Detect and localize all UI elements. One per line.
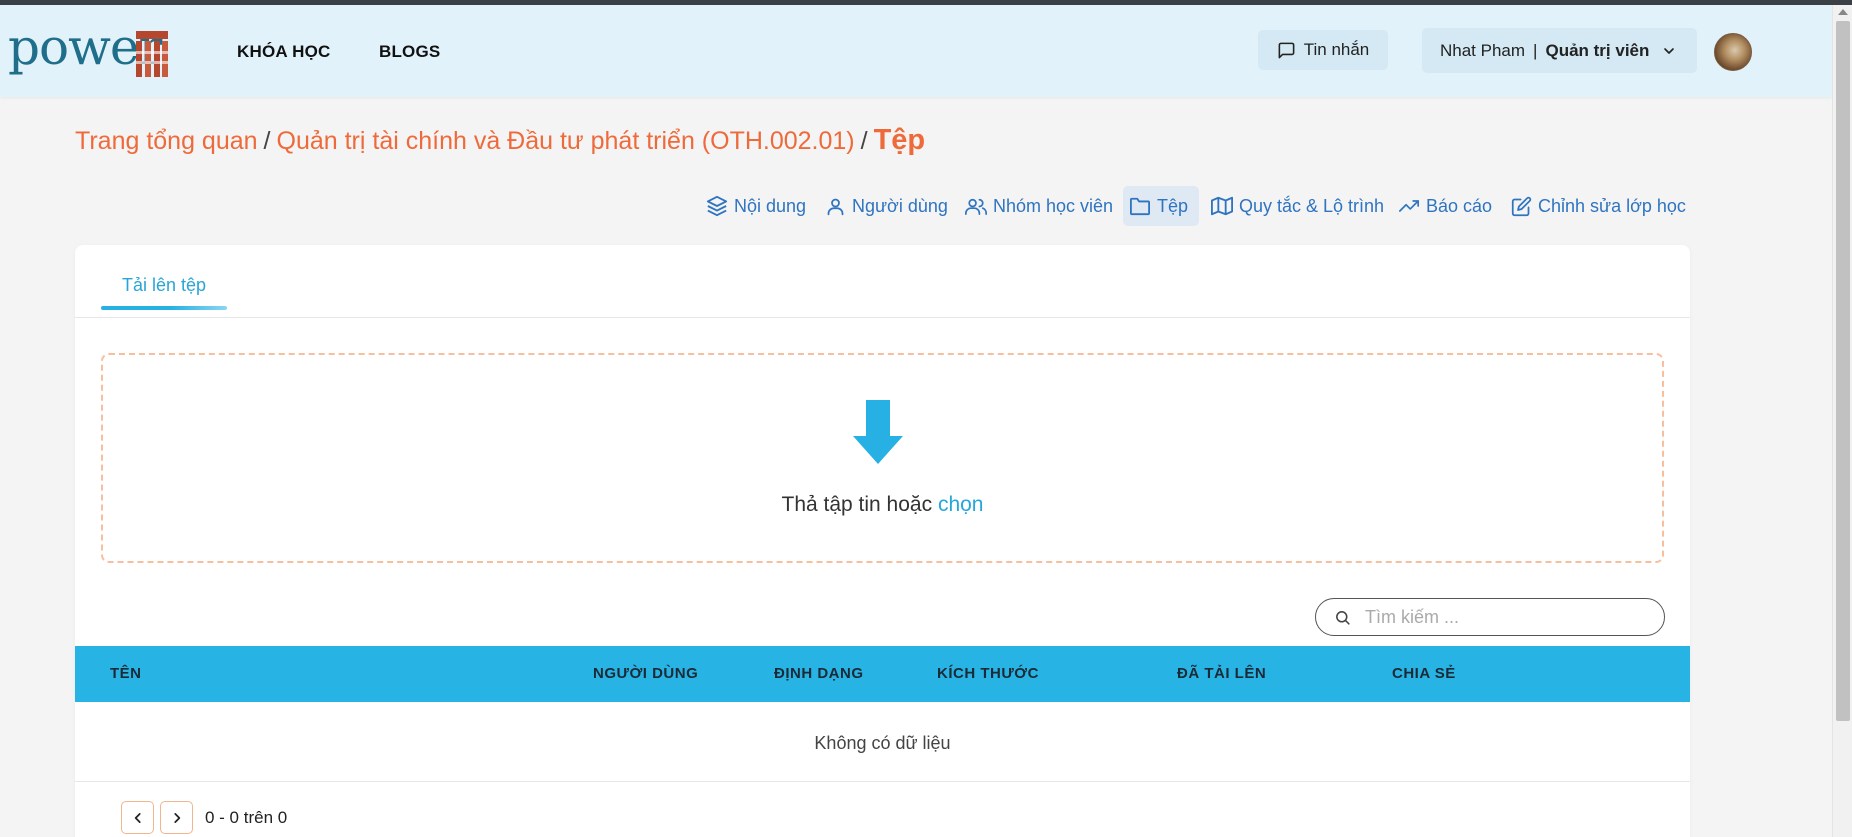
files-card: Tải lên tệp Thả tập tin hoặc chọn TÊN NG… [75,245,1690,837]
tab-label: Người dùng [852,195,948,216]
pagination-info: 0 - 0 trên 0 [205,807,288,827]
tab-upload-label: Tải lên tệp [121,275,207,295]
tab-nguoi-dung[interactable]: Người dùng [819,186,954,226]
chevron-right-icon [173,812,180,823]
user-menu-button[interactable]: Nhat Pham | Quản trị viên [1422,28,1697,73]
tab-label: Tệp [1157,195,1189,216]
trending-up-icon [1399,200,1419,212]
breadcrumb-separator: / [860,127,868,155]
folder-icon [1129,197,1150,216]
chevron-left-icon [134,812,141,823]
nav-khoa-hoc[interactable]: KHÓA HỌC [237,42,331,62]
column-header-name[interactable]: TÊN [110,665,142,682]
tab-label: Quy tắc & Lộ trình [1239,195,1385,216]
next-page-button[interactable] [160,801,193,834]
pagination: 0 - 0 trên 0 [121,801,287,834]
breadcrumb-separator: / [263,127,271,155]
tab-quy-tac-lo-trinh[interactable]: Quy tắc & Lộ trình [1205,186,1390,226]
dropzone-prompt: Thả tập tin hoặc [781,493,933,516]
search-icon [1336,610,1350,625]
map-icon [1211,196,1233,216]
column-header-uploaded[interactable]: ĐÃ TẢI LÊN [1177,665,1266,682]
search-input[interactable] [1365,606,1645,628]
layers-icon [706,195,728,217]
power-logo[interactable]: power [8,19,168,77]
messages-label: Tin nhắn [1303,40,1370,59]
scroll-up-arrow-icon[interactable] [1838,9,1848,15]
edit-icon [1511,196,1532,216]
tab-tep[interactable]: Tệp [1123,186,1199,226]
column-header-format[interactable]: ĐỊNH DẠNG [774,665,864,682]
user-separator: | [1533,40,1538,60]
users-icon [965,198,987,215]
column-header-size[interactable]: KÍCH THƯỚC [937,665,1039,682]
tab-label: Báo cáo [1426,195,1493,216]
download-arrow-icon [853,400,903,464]
card-tab-bar: Tải lên tệp [75,245,1690,318]
avatar[interactable] [1714,33,1752,71]
course-action-tabs: Nội dung Người dùng Nhóm học viên Tệp Qu… [0,186,1852,226]
chevron-down-icon [1661,43,1677,59]
table-empty-state: Không có dữ liệu [75,702,1690,782]
breadcrumb-current: Tệp [873,124,926,156]
page-scrollbar[interactable] [1832,5,1852,837]
user-icon [827,198,844,215]
nav-blogs[interactable]: BLOGS [379,42,440,62]
column-header-share[interactable]: CHIA SẺ [1392,665,1456,682]
files-table-header: TÊN NGƯỜI DÙNG ĐỊNH DẠNG KÍCH THƯỚC ĐÃ T… [75,646,1690,702]
tab-chinh-sua-lop-hoc[interactable]: Chỉnh sửa lớp học [1505,186,1692,226]
tab-bao-cao[interactable]: Báo cáo [1392,186,1498,226]
message-icon [1278,42,1295,58]
dropzone-text: Thả tập tin hoặc chọn [103,493,1662,517]
breadcrumb-dashboard[interactable]: Trang tổng quan [75,127,258,155]
tab-label: Chỉnh sửa lớp học [1538,195,1686,216]
breadcrumb: Trang tổng quan / Quản trị tài chính và Đầ… [75,124,925,157]
logo-mark-icon [136,31,168,77]
column-header-user[interactable]: NGƯỜI DÙNG [593,665,698,682]
scrollbar-thumb[interactable] [1836,21,1850,721]
prev-page-button[interactable] [121,801,154,834]
breadcrumb-course[interactable]: Quản trị tài chính và Đầu tư phát triển … [277,127,855,155]
user-name: Nhat Pham [1440,40,1526,60]
messages-button[interactable]: Tin nhắn [1258,30,1388,70]
tab-upload-file[interactable]: Tải lên tệp [101,275,227,310]
tab-noi-dung[interactable]: Nội dung [700,186,812,226]
tab-label: Nội dung [734,195,807,216]
file-dropzone[interactable]: Thả tập tin hoặc chọn [101,353,1664,563]
tab-label: Nhóm học viên [993,195,1114,216]
file-search [1315,598,1665,636]
top-header: power KHÓA HỌC BLOGS Tin nhắn Nhat Pham … [0,5,1832,97]
tab-nhom-hoc-vien[interactable]: Nhóm học viên [959,186,1119,226]
active-tab-underline [101,306,227,310]
user-role: Quản trị viên [1545,40,1650,60]
choose-file-link[interactable]: chọn [938,493,984,516]
